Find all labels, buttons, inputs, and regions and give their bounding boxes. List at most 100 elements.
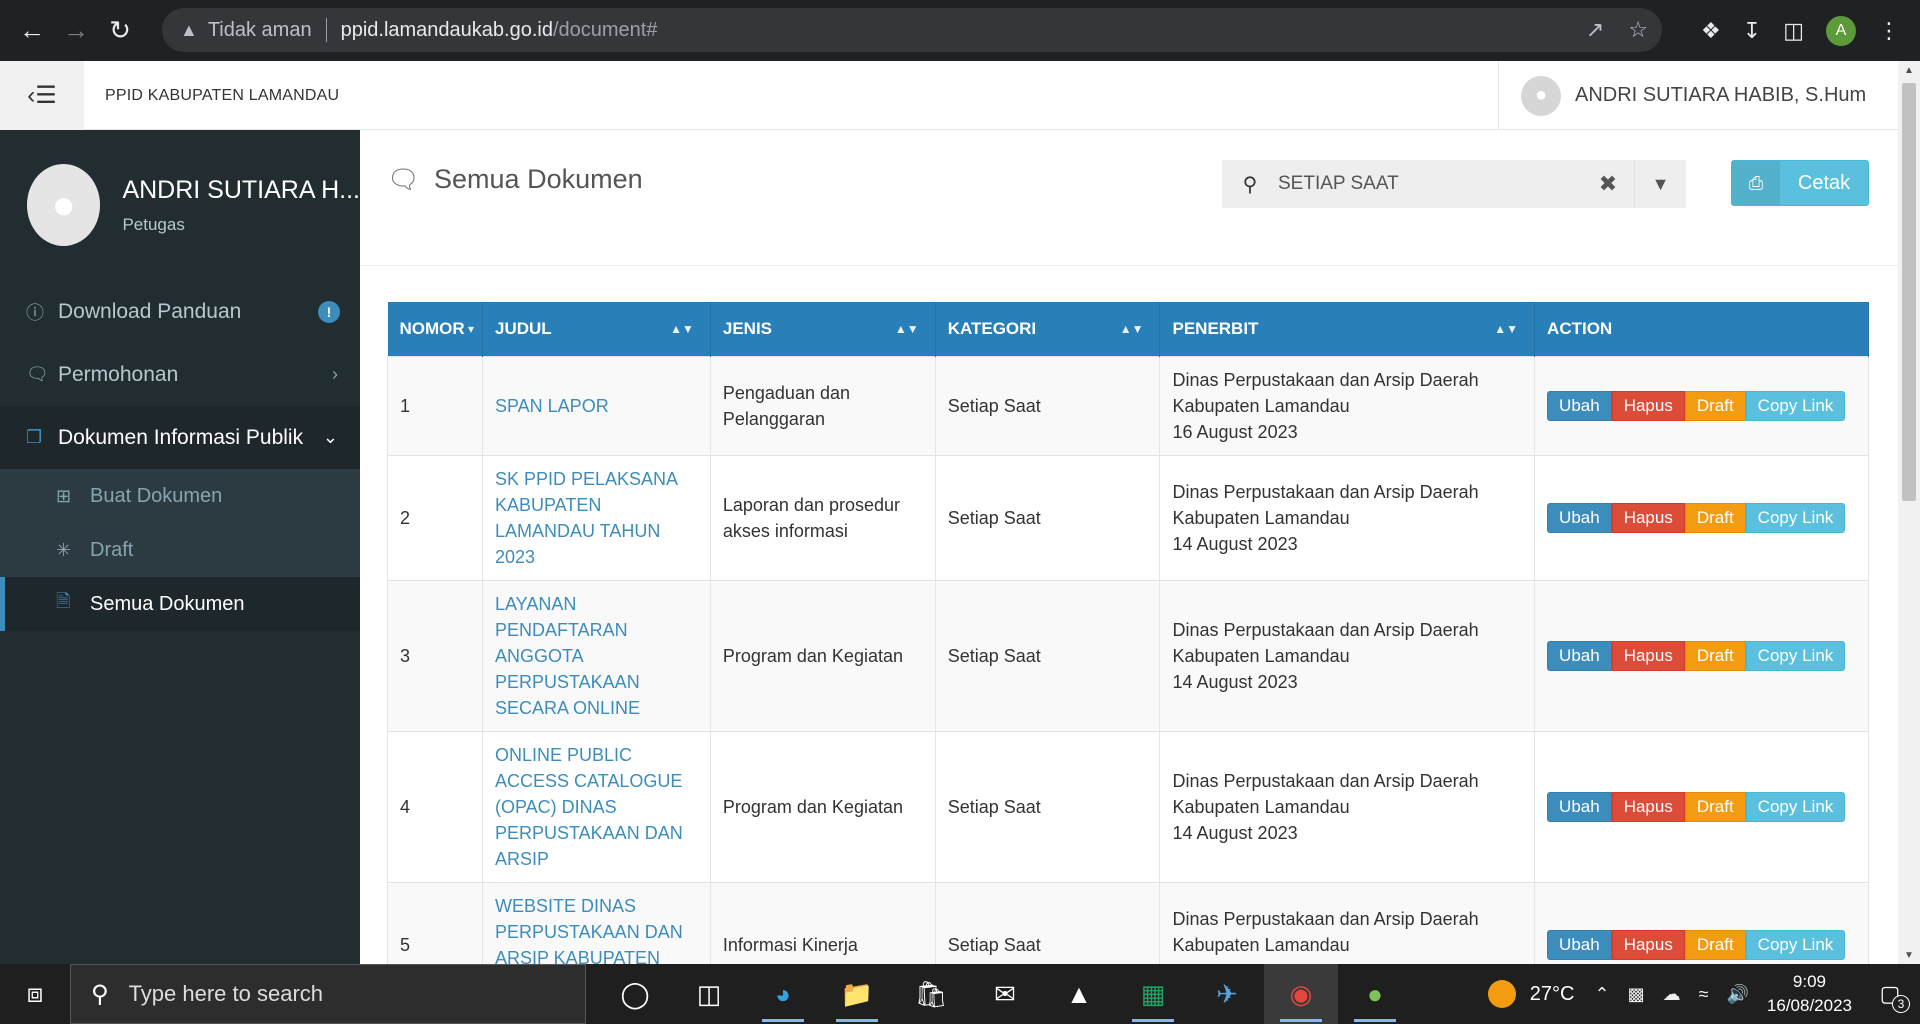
delete-button[interactable]: Hapus — [1611, 502, 1685, 533]
side-panel-icon[interactable]: ◫ — [1783, 18, 1804, 44]
sort-icon: ▲▼ — [1119, 322, 1144, 336]
brand-title[interactable]: PPID KABUPATEN LAMANDAU — [105, 61, 339, 130]
clock-date: 16/08/2023 — [1766, 996, 1852, 1015]
sidebar-subitem-label: Buat Dokumen — [90, 484, 223, 507]
print-button[interactable]: ⎙ Cetak — [1731, 160, 1869, 206]
app-icon[interactable]: ● — [1338, 964, 1412, 1024]
profile-avatar[interactable]: A — [1826, 15, 1856, 46]
file-explorer-icon[interactable]: 📁 — [820, 964, 894, 1024]
edit-button[interactable]: Ubah — [1547, 640, 1612, 671]
cell-judul: ONLINE PUBLIC ACCESS CATALOGUE (OPAC) DI… — [481, 730, 711, 883]
app-icon[interactable]: ▲ — [1042, 964, 1116, 1024]
delete-button[interactable]: Hapus — [1611, 390, 1685, 421]
back-arrow-icon[interactable]: ← — [10, 9, 54, 53]
sidebar-subitem-semua-dokumen[interactable]: 🗎 Semua Dokumen — [0, 577, 360, 631]
edge-icon[interactable]: ◕ — [746, 964, 820, 1024]
cell-nomor: 5 — [387, 881, 483, 964]
chevron-up-icon[interactable]: ⌃ — [1594, 984, 1609, 1005]
address-bar[interactable]: ▲ Tidak aman ppid.lamandaukab.go.id/docu… — [162, 8, 1662, 52]
delete-button[interactable]: Hapus — [1611, 640, 1685, 671]
draft-button[interactable]: Draft — [1684, 640, 1746, 671]
volume-icon[interactable]: 🔊 — [1726, 984, 1748, 1005]
edit-button[interactable]: Ubah — [1547, 929, 1612, 960]
cell-action: Ubah Hapus Draft Copy Link — [1534, 579, 1869, 732]
scroll-down-icon[interactable]: ▼ — [1898, 946, 1920, 964]
excel-icon[interactable]: ▦ — [1116, 964, 1190, 1024]
column-header-label: JUDUL — [494, 318, 552, 338]
sidebar-item-download-panduan[interactable]: ⓘ Download Panduan ! — [0, 280, 360, 343]
sidebar-subitem-buat-dokumen[interactable]: ⊞ Buat Dokumen — [0, 469, 360, 523]
taskbar-search[interactable]: ⚲ Type here to search — [70, 964, 586, 1024]
sidebar-item-dokumen-informasi-publik[interactable]: ❐ Dokumen Informasi Publik ⌄ — [0, 406, 360, 469]
document-title-link[interactable]: WEBSITE DINAS PERPUSTAKAAN DAN ARSIP KAB… — [495, 896, 683, 965]
table-row: 5 WEBSITE DINAS PERPUSTAKAAN DAN ARSIP KA… — [387, 881, 1869, 965]
copy-link-button[interactable]: Copy Link — [1745, 929, 1846, 960]
clear-search-icon[interactable]: ✖ — [1582, 171, 1634, 197]
scroll-up-icon[interactable]: ▲ — [1898, 61, 1920, 79]
action-buttons: Ubah Hapus Draft Copy Link — [1547, 640, 1856, 671]
wifi-icon[interactable]: ≈ — [1699, 984, 1709, 1005]
draft-button[interactable]: Draft — [1684, 929, 1746, 960]
column-header-kategori[interactable]: KATEGORI ▲▼ — [935, 302, 1161, 356]
sidebar-subitem-label: Semua Dokumen — [90, 592, 245, 615]
edit-button[interactable]: Ubah — [1547, 390, 1612, 421]
sidebar-item-permohonan[interactable]: 🗨 Permohonan › — [0, 343, 360, 406]
delete-button[interactable]: Hapus — [1611, 791, 1685, 822]
document-title-link[interactable]: SPAN LAPOR — [495, 396, 609, 416]
cell-kategori: Setiap Saat — [934, 881, 1161, 964]
edit-button[interactable]: Ubah — [1547, 502, 1612, 533]
cell-nomor: 2 — [387, 454, 483, 581]
draft-button[interactable]: Draft — [1684, 390, 1746, 421]
windows-taskbar: ⧈ ⚲ Type here to search ◯ ◫ ◕ 📁 🛍 ✉ ▲ ▦ … — [0, 964, 1920, 1024]
cortana-icon[interactable]: ◯ — [598, 964, 672, 1024]
copy-link-button[interactable]: Copy Link — [1745, 640, 1846, 671]
windows-start-icon[interactable]: ⧈ — [0, 964, 70, 1024]
table-row: 2 SK PPID PELAKSANA KABUPATEN LAMANDAU TA… — [387, 454, 1869, 581]
clock[interactable]: 9:09 16/08/2023 — [1767, 970, 1852, 1018]
filter-icon[interactable]: ▼ — [1634, 160, 1686, 208]
weather-icon[interactable] — [1487, 980, 1516, 1008]
cell-jenis: Program dan Kegiatan — [709, 730, 936, 883]
column-header-jenis[interactable]: JENIS ▲▼ — [710, 302, 936, 356]
header-user-menu[interactable]: ● ANDRI SUTIARA HABIB, S.Hum — [1498, 61, 1898, 130]
column-header-nomor[interactable]: NOMOR ▾ — [387, 302, 483, 356]
download-icon[interactable]: ↧ — [1743, 18, 1761, 44]
table-row: 1 SPAN LAPOR Pengaduan dan Pelanggaran Seti… — [387, 355, 1869, 456]
document-title-link[interactable]: LAYANAN PENDAFTARAN ANGGOTA PERPUSTAKAAN… — [495, 594, 640, 718]
app-icon[interactable]: ✈ — [1190, 964, 1264, 1024]
kebab-menu-icon[interactable]: ⋮ — [1878, 18, 1900, 44]
document-title-link[interactable]: SK PPID PELAKSANA KABUPATEN LAMANDAU TAH… — [495, 469, 677, 567]
share-icon[interactable]: ↗ — [1586, 17, 1604, 43]
delete-button[interactable]: Hapus — [1611, 929, 1685, 960]
cell-action: Ubah Hapus Draft Copy Link — [1534, 881, 1869, 964]
task-view-icon[interactable]: ◫ — [672, 964, 746, 1024]
sidebar-subitem-draft[interactable]: ✳ Draft — [0, 523, 360, 577]
copy-link-button[interactable]: Copy Link — [1745, 502, 1846, 533]
draft-button[interactable]: Draft — [1684, 791, 1746, 822]
edit-button[interactable]: Ubah — [1547, 791, 1612, 822]
store-icon[interactable]: 🛍 — [894, 964, 968, 1024]
reload-icon[interactable]: ↻ — [98, 9, 142, 53]
extensions-puzzle-icon[interactable]: ❖ — [1701, 18, 1721, 44]
draft-button[interactable]: Draft — [1684, 502, 1746, 533]
chrome-icon[interactable]: ◉ — [1264, 964, 1338, 1024]
search-input[interactable]: SETIAP SAAT — [1278, 173, 1582, 195]
notification-icon[interactable]: ▢ 3 — [1870, 981, 1910, 1013]
mail-icon[interactable]: ✉ — [968, 964, 1042, 1024]
publisher-name: Dinas Perpustakaan dan Arsip Daerah Kabu… — [1172, 481, 1479, 528]
document-title-link[interactable]: ONLINE PUBLIC ACCESS CATALOGUE (OPAC) DI… — [495, 745, 683, 869]
scroll-thumb[interactable] — [1902, 83, 1916, 501]
onedrive-cloud-icon[interactable]: ☁ — [1663, 984, 1681, 1005]
page-scrollbar[interactable]: ▲ ▼ — [1898, 61, 1920, 964]
column-header-judul[interactable]: JUDUL ▲▼ — [482, 302, 711, 356]
sidebar-toggle-icon[interactable]: ‹☰ — [0, 61, 84, 130]
copy-link-button[interactable]: Copy Link — [1745, 791, 1846, 822]
meet-icon[interactable]: ▩ — [1628, 984, 1645, 1005]
forward-arrow-icon[interactable]: → — [54, 9, 98, 53]
temperature[interactable]: 27°C — [1530, 983, 1575, 1006]
box-header: 🗨 Semua Dokumen ⚲ SETIAP SAAT ✖ ▼ ⎙ Ceta… — [360, 130, 1898, 266]
copy-link-button[interactable]: Copy Link — [1745, 390, 1846, 421]
column-header-penerbit[interactable]: PENERBIT ▲▼ — [1159, 302, 1536, 356]
cell-judul: SK PPID PELAKSANA KABUPATEN LAMANDAU TAH… — [481, 454, 711, 581]
bookmark-star-icon[interactable]: ☆ — [1628, 17, 1648, 43]
